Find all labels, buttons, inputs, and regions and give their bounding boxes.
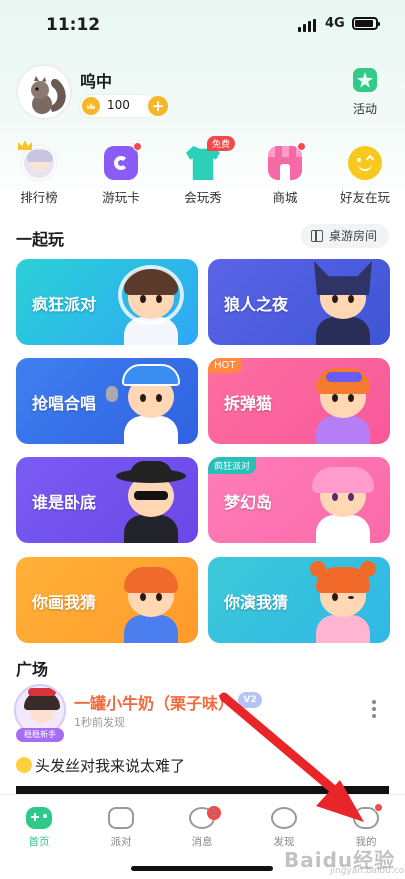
tab-label: 消息 (191, 836, 213, 848)
quick-item-shop[interactable]: 商城 (255, 142, 315, 206)
watermark-url: jingyan.baidu.com (330, 866, 405, 876)
status-bar: 11:12 4G (0, 0, 405, 50)
game-card-undercover[interactable]: 谁是卧底 (16, 457, 198, 543)
compass-icon (271, 807, 297, 829)
quick-item-play-card[interactable]: 游玩卡 (91, 142, 151, 206)
game-title: 拆弹猫 (224, 394, 273, 413)
game-card-werewolf[interactable]: 狼人之夜 (208, 259, 390, 345)
board-game-room-button[interactable]: 桌游房间 (301, 224, 389, 248)
game-card-draw-guess[interactable]: 你画我猜 (16, 557, 198, 643)
pink-hair-character (302, 457, 382, 543)
game-card-act-guess[interactable]: 你演我猜 (208, 557, 390, 643)
quick-label: 好友在玩 (339, 190, 390, 205)
squirrel-avatar-icon (18, 66, 70, 118)
quick-label: 排行榜 (20, 190, 58, 205)
home-indicator (131, 866, 273, 871)
winking-girl-character (302, 557, 382, 643)
tab-messages[interactable]: 1 消息 (177, 806, 227, 849)
hot-badge: HOT (208, 358, 242, 373)
crown-coin-icon (82, 97, 100, 115)
party-house-icon (108, 807, 134, 829)
game-title: 狼人之夜 (224, 295, 289, 314)
post-content[interactable]: 头发丝对我来说太难了 (16, 755, 185, 776)
activity-button[interactable]: 活动 (345, 68, 385, 117)
gamepad-icon (26, 807, 52, 829)
quick-menu: 排行榜 游玩卡 免费 会玩秀 商城 好友在玩 (0, 136, 405, 206)
level-badge: V2 (238, 692, 262, 708)
werewolf-character (302, 259, 382, 345)
girl-shovel-character (302, 358, 382, 444)
free-badge: 免费 (206, 136, 235, 151)
tab-discover[interactable]: 发现 (259, 807, 309, 849)
spy-character (110, 457, 190, 543)
quick-label: 会玩秀 (184, 190, 222, 205)
username: 呜中 (80, 72, 113, 91)
quick-label: 商城 (272, 190, 298, 205)
section-title-play: 一起玩 (16, 230, 65, 249)
game-card-sing-chorus[interactable]: 抢唱合唱 (16, 358, 198, 444)
quick-item-ranking[interactable]: 排行榜 (9, 140, 69, 206)
tab-me[interactable]: 我的 (341, 803, 391, 849)
tab-label: 首页 (28, 836, 50, 848)
network-type: 4G (325, 16, 345, 31)
message-count-badge: 1 (207, 806, 221, 820)
tab-home[interactable]: 首页 (14, 807, 64, 849)
friends-icon (348, 146, 382, 180)
crazy-party-badge: 疯狂派对 (208, 457, 257, 474)
game-title: 你画我猜 (32, 593, 97, 612)
profile-header: 呜中 100 + 活动 (16, 64, 391, 128)
post-text: 头发丝对我来说太难了 (35, 757, 186, 775)
more-options-icon[interactable] (370, 700, 378, 722)
newbie-tag: 稳稳新手 (16, 728, 64, 742)
tab-label: 派对 (110, 836, 132, 848)
user-avatar[interactable] (16, 64, 72, 120)
profile-face-icon (353, 803, 383, 829)
status-time: 11:12 (46, 15, 101, 35)
singer-character (106, 358, 190, 444)
room-button-label: 桌游房间 (329, 229, 378, 243)
section-title-plaza: 广场 (16, 660, 49, 679)
star-icon (353, 68, 377, 92)
orange-hair-girl-character (110, 557, 190, 643)
post-time: 1秒前发现 (74, 716, 125, 729)
signal-icon (298, 19, 318, 32)
game-card-defuse-cat[interactable]: HOT 拆弹猫 (208, 358, 390, 444)
play-card-icon (104, 142, 142, 180)
game-title: 梦幻岛 (224, 493, 273, 512)
activity-label: 活动 (352, 102, 377, 116)
quick-item-outfit[interactable]: 免费 会玩秀 (173, 136, 235, 206)
outfit-icon (186, 146, 220, 180)
game-card-crazy-party[interactable]: 疯狂派对 (16, 259, 198, 345)
add-coins-button[interactable]: + (148, 96, 168, 116)
coin-balance[interactable]: 100 + (80, 95, 168, 117)
door-icon (311, 230, 323, 242)
game-title: 谁是卧底 (32, 493, 97, 512)
post-author-name[interactable]: 一罐小牛奶（栗子味） (74, 690, 234, 714)
tab-party[interactable]: 派对 (96, 807, 146, 849)
game-title: 抢唱合唱 (32, 394, 97, 413)
shop-icon (268, 142, 306, 180)
chat-bubble-icon: 1 (189, 806, 221, 829)
game-card-dream-island[interactable]: 疯狂派对 梦幻岛 (208, 457, 390, 543)
post-media-strip (16, 786, 389, 794)
quick-item-friends[interactable]: 好友在玩 (335, 146, 395, 206)
game-title: 疯狂派对 (32, 295, 97, 314)
quick-label: 游玩卡 (102, 190, 140, 205)
ranking-avatar-icon (18, 140, 56, 180)
coin-value: 100 (107, 98, 130, 112)
astronaut-character (110, 259, 190, 345)
game-title: 你演我猜 (224, 593, 289, 612)
sweat-smile-emoji-icon (16, 757, 32, 773)
battery-icon (352, 17, 380, 30)
